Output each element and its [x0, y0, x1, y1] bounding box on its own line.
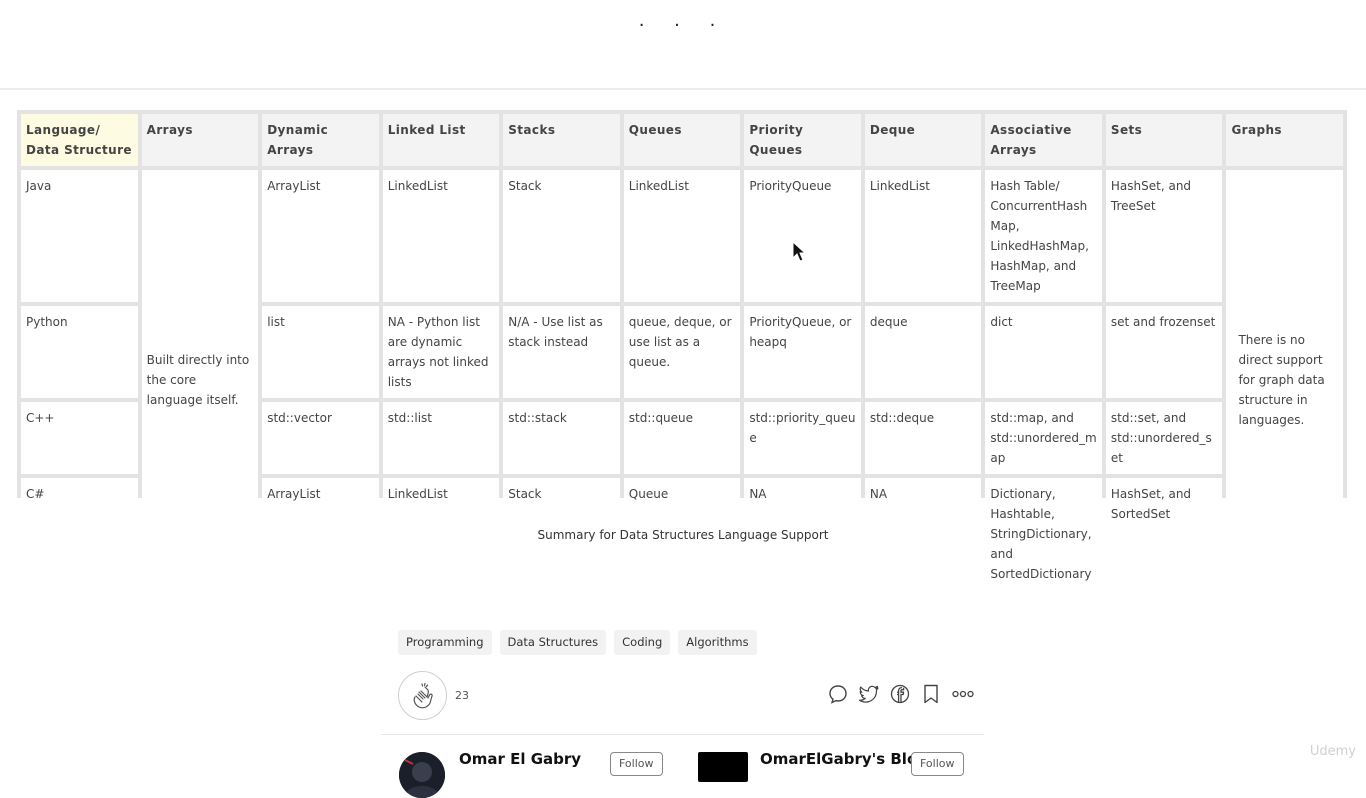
- cell-stacks: Stack: [503, 170, 620, 302]
- cell-priority-queues: PriorityQueue: [744, 170, 861, 302]
- tag-list: Programming Data Structures Coding Algor…: [398, 630, 757, 655]
- cell-stacks: std::stack: [503, 402, 620, 474]
- header-priority-queues: Priority Queues: [744, 114, 861, 166]
- comment-icon: [829, 685, 847, 704]
- cell-queues: LinkedList: [623, 170, 741, 302]
- cell-deque: LinkedList: [864, 170, 982, 302]
- cell-stacks: N/A - Use list as stack instead: [503, 306, 620, 398]
- blog-logo[interactable]: [698, 752, 748, 782]
- cell-linked-list: std::list: [382, 402, 500, 474]
- header-language: Language/ Data Structure: [21, 114, 138, 166]
- facebook-icon: [890, 684, 910, 704]
- header-queues: Queues: [623, 114, 741, 166]
- cell-dynamic-arrays: ArrayList: [262, 170, 379, 302]
- cell-sets: set and frozenset: [1105, 306, 1223, 398]
- comment-button[interactable]: [828, 683, 848, 705]
- bookmark-icon: [924, 684, 938, 704]
- author-name[interactable]: Omar El Gabry: [459, 750, 581, 768]
- cell-queues: std::queue: [623, 402, 741, 474]
- udemy-watermark: Udemy: [1309, 744, 1356, 759]
- cell-language: Java: [21, 170, 138, 302]
- blog-name[interactable]: OmarElGabry's Blog: [760, 750, 928, 768]
- more-options-button[interactable]: [952, 683, 974, 705]
- cell-associative-arrays: Hash Table/ ConcurrentHashMap, LinkedHas…: [985, 170, 1102, 302]
- tag-data-structures[interactable]: Data Structures: [499, 630, 607, 655]
- twitter-share-button[interactable]: [859, 683, 879, 705]
- header-arrays: Arrays: [141, 114, 259, 166]
- cell-graphs-note: There is no direct support for graph dat…: [1226, 170, 1343, 590]
- cell-linked-list: NA - Python list are dynamic arrays not …: [382, 306, 500, 398]
- share-actions: [828, 683, 974, 705]
- header-graphs: Graphs: [1226, 114, 1343, 166]
- header-sets: Sets: [1105, 114, 1223, 166]
- header-stacks: Stacks: [503, 114, 620, 166]
- facebook-share-button[interactable]: [890, 683, 910, 705]
- follow-blog-button[interactable]: Follow: [911, 752, 964, 776]
- author-avatar[interactable]: [399, 752, 445, 798]
- clap-icon: [413, 682, 433, 708]
- data-structures-table: Language/ Data Structure Arrays Dynamic …: [17, 110, 1347, 590]
- header-deque: Deque: [864, 114, 982, 166]
- cell-linked-list: LinkedList: [382, 170, 500, 302]
- cell-priority-queues: PriorityQueue, or heapq: [744, 306, 861, 398]
- header-linked-list: Linked List: [382, 114, 500, 166]
- header-associative-arrays: Associative Arrays: [985, 114, 1102, 166]
- avatar-image: [399, 752, 445, 798]
- bookmark-button[interactable]: [921, 683, 941, 705]
- cell-sets: std::set, and std::unordered_set: [1105, 402, 1223, 474]
- more-icon: [952, 690, 974, 698]
- header-separator: [0, 88, 1366, 90]
- cell-language: C++: [21, 402, 138, 474]
- cell-associative-arrays: std::map, and std::unordered_map: [985, 402, 1102, 474]
- tag-programming[interactable]: Programming: [398, 630, 492, 655]
- cell-deque: std::deque: [864, 402, 982, 474]
- clap-count: 23: [455, 689, 469, 702]
- cell-dynamic-arrays: std::vector: [262, 402, 379, 474]
- footer-divider: [381, 734, 984, 735]
- cell-arrays-note: Built directly into the core language it…: [141, 170, 259, 590]
- tag-algorithms[interactable]: Algorithms: [678, 630, 757, 655]
- follow-author-button[interactable]: Follow: [610, 752, 663, 776]
- twitter-icon: [859, 685, 879, 703]
- cell-queues: queue, deque, or use list as a queue.: [623, 306, 741, 398]
- table-caption: Summary for Data Structures Language Sup…: [537, 528, 829, 542]
- cell-language: Python: [21, 306, 138, 398]
- clap-button[interactable]: [398, 671, 447, 720]
- cell-dynamic-arrays: list: [262, 306, 379, 398]
- cell-associative-arrays: dict: [985, 306, 1102, 398]
- header-dynamic-arrays: Dynamic Arrays: [262, 114, 379, 166]
- table-row: Java Built directly into the core langua…: [21, 170, 1343, 590]
- cell-sets: HashSet, and TreeSet: [1105, 170, 1223, 302]
- tag-coding[interactable]: Coding: [614, 630, 671, 655]
- section-divider-ellipsis: . . .: [638, 10, 728, 31]
- mouse-cursor-icon: [792, 241, 806, 262]
- cell-deque: deque: [864, 306, 982, 398]
- cell-priority-queues: std::priority_queue: [744, 402, 861, 474]
